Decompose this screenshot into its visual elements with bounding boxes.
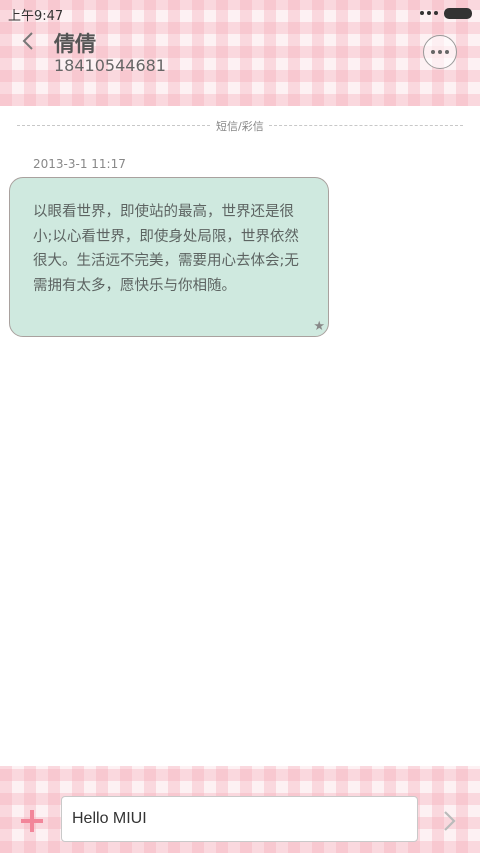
more-button[interactable] — [423, 35, 457, 69]
status-bar: 上午9:47 — [0, 0, 480, 26]
contact-name: 倩倩 — [54, 32, 96, 56]
send-arrow-icon — [444, 811, 456, 831]
contact-number: 18410544681 — [54, 56, 166, 75]
add-attachment-button[interactable] — [19, 808, 45, 834]
status-time: 上午9:47 — [8, 9, 64, 24]
header: 上午9:47 倩倩 18410544681 — [0, 0, 480, 106]
message-input[interactable] — [61, 796, 418, 842]
composer-bar — [0, 766, 480, 853]
message-bubble[interactable]: 以眼看世界，即使站的最高，世界还是很小;以心看世界，即使身处局限，世界依然很大。… — [9, 177, 329, 337]
signal-icon — [420, 11, 438, 15]
more-icon — [431, 50, 435, 54]
send-button[interactable] — [436, 808, 462, 834]
star-icon: ★ — [313, 319, 325, 334]
battery-icon — [444, 8, 472, 19]
message-type-divider: 短信/彩信 — [17, 118, 463, 134]
message-type-label: 短信/彩信 — [214, 118, 266, 134]
message-text: 以眼看世界，即使站的最高，世界还是很小;以心看世界，即使身处局限，世界依然很大。… — [33, 204, 299, 294]
back-arrow-icon — [22, 32, 33, 50]
message-timestamp: 2013-3-1 11:17 — [33, 157, 126, 171]
back-button[interactable] — [18, 30, 40, 52]
